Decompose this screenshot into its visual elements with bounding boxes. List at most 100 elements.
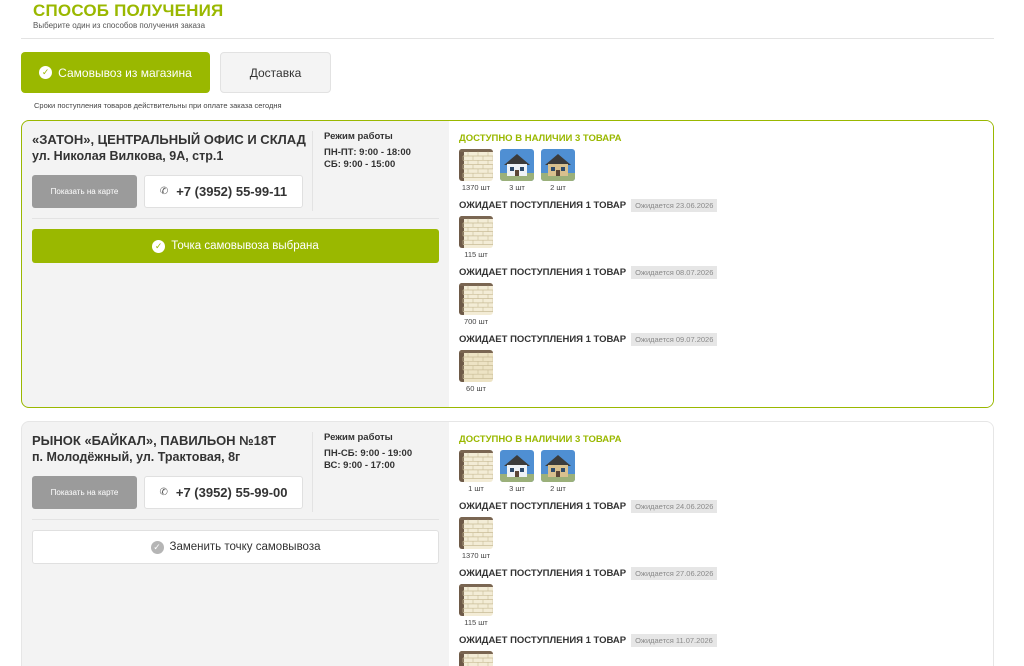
vertical-divider <box>312 432 313 512</box>
section-header: СПОСОБ ПОЛУЧЕНИЯ Выберите один из способ… <box>33 1 224 31</box>
delivery-method-tabs: ✓ Самовывоз из магазина Доставка <box>21 52 331 93</box>
tab-delivery[interactable]: Доставка <box>220 52 331 93</box>
waiting-products: 1370 шт <box>459 517 493 560</box>
waiting-row: ОЖИДАЕТ ПОСТУПЛЕНИЯ 1 ТОВАР Ожидается 09… <box>459 333 718 346</box>
product-qty: 3 шт <box>509 484 525 493</box>
brick-product-image[interactable] <box>459 651 493 666</box>
phone-button[interactable]: ✆ +7 (3952) 55-99-00 <box>144 476 303 509</box>
phone-button[interactable]: ✆ +7 (3952) 55-99-11 <box>144 175 303 208</box>
phone-number: +7 (3952) 55-99-11 <box>176 184 288 199</box>
product-qty: 3 шт <box>509 183 525 192</box>
schedule-title: Режим работы <box>324 432 393 443</box>
terms-note: Сроки поступления товаров действительны … <box>34 101 282 110</box>
schedule-line: ПН-СБ: 9:00 - 19:00 <box>324 448 413 459</box>
schedule-title: Режим работы <box>324 131 393 142</box>
schedule-line: СБ: 9:00 - 15:00 <box>324 159 396 170</box>
phone-icon: ✆ <box>159 186 169 197</box>
available-title: ДОСТУПНО В НАЛИЧИИ 3 ТОВАРА <box>459 133 622 144</box>
waiting-row: ОЖИДАЕТ ПОСТУПЛЕНИЯ 1 ТОВАР Ожидается 11… <box>459 634 717 647</box>
replace-pickup-point-button[interactable]: ✓ Заменить точку самовывоза <box>32 530 439 564</box>
waiting-title: ОЖИДАЕТ ПОСТУПЛЕНИЯ 1 ТОВАР <box>459 635 627 646</box>
product-qty: 2 шт <box>550 183 566 192</box>
pickup-point-selected-label: Точка самовывоза выбрана <box>171 240 319 252</box>
tab-pickup[interactable]: ✓ Самовывоз из магазина <box>21 52 210 93</box>
phone-number: +7 (3952) 55-99-00 <box>175 485 288 500</box>
expected-date-badge: Ожидается 27.06.2026 <box>631 567 718 580</box>
waiting-title: ОЖИДАЕТ ПОСТУПЛЕНИЯ 1 ТОВАР <box>459 568 627 579</box>
store-stock: ДОСТУПНО В НАЛИЧИИ 3 ТОВАРА 1 шт 3 шт 2 <box>449 422 993 666</box>
product-item: 115 шт <box>459 216 493 259</box>
product-item <box>459 651 493 666</box>
pickup-point-selected-button[interactable]: ✓ Точка самовывоза выбрана <box>32 229 439 263</box>
vertical-divider <box>312 131 313 211</box>
tab-pickup-label: Самовывоз из магазина <box>58 65 192 80</box>
section-title: СПОСОБ ПОЛУЧЕНИЯ <box>33 1 224 20</box>
product-item: 1 шт <box>459 450 493 493</box>
house-product-image[interactable] <box>541 149 575 181</box>
store-schedule: Режим работы ПН-СБ: 9:00 - 19:00 ВС: 9:0… <box>324 432 412 472</box>
product-item: 60 шт <box>459 350 493 393</box>
brick-product-image[interactable] <box>459 450 493 482</box>
store-name: РЫНОК «БАЙКАЛ», ПАВИЛЬОН №18Т <box>32 433 277 448</box>
house-product-image[interactable] <box>541 450 575 482</box>
product-qty: 115 шт <box>464 250 488 259</box>
expected-date-badge: Ожидается 24.06.2026 <box>631 500 718 513</box>
waiting-row: ОЖИДАЕТ ПОСТУПЛЕНИЯ 1 ТОВАР Ожидается 24… <box>459 500 718 513</box>
product-qty: 1 шт <box>468 484 484 493</box>
brick-product-image[interactable] <box>459 350 493 382</box>
brick-product-image[interactable] <box>459 517 493 549</box>
waiting-title: ОЖИДАЕТ ПОСТУПЛЕНИЯ 1 ТОВАР <box>459 501 627 512</box>
brick-product-image[interactable] <box>459 216 493 248</box>
horizontal-divider <box>32 519 439 520</box>
show-on-map-button[interactable]: Показать на карте <box>32 175 137 208</box>
product-item: 3 шт <box>500 450 534 493</box>
waiting-row: ОЖИДАЕТ ПОСТУПЛЕНИЯ 1 ТОВАР Ожидается 27… <box>459 567 718 580</box>
product-item: 2 шт <box>541 149 575 192</box>
product-qty: 1370 шт <box>461 551 491 560</box>
store-stock: ДОСТУПНО В НАЛИЧИИ 3 ТОВАРА 1370 шт 3 шт <box>449 121 993 407</box>
schedule-line: ПН-ПТ: 9:00 - 18:00 <box>324 147 411 158</box>
product-qty: 60 шт <box>466 384 486 393</box>
product-item: 1370 шт <box>459 149 493 192</box>
product-item: 115 шт <box>459 584 493 627</box>
show-on-map-button[interactable]: Показать на карте <box>32 476 137 509</box>
house-product-image[interactable] <box>500 149 534 181</box>
waiting-products: 700 шт <box>459 283 493 326</box>
house-product-image[interactable] <box>500 450 534 482</box>
replace-pickup-point-label: Заменить точку самовывоза <box>169 541 321 553</box>
header-divider <box>21 38 994 39</box>
waiting-products <box>459 651 493 666</box>
store-schedule: Режим работы ПН-ПТ: 9:00 - 18:00 СБ: 9:0… <box>324 131 411 171</box>
available-products: 1370 шт 3 шт 2 шт <box>459 149 575 192</box>
brick-product-image[interactable] <box>459 584 493 616</box>
waiting-title: ОЖИДАЕТ ПОСТУПЛЕНИЯ 1 ТОВАР <box>459 334 627 345</box>
expected-date-badge: Ожидается 23.06.2026 <box>631 199 718 212</box>
expected-date-badge: Ожидается 08.07.2026 <box>631 266 718 279</box>
store-address: п. Молодёжный, ул. Трактовая, 8г <box>32 450 241 464</box>
store-card-selected: «ЗАТОН», ЦЕНТРАЛЬНЫЙ ОФИС И СКЛАД ул. Ни… <box>21 120 994 408</box>
store-name: «ЗАТОН», ЦЕНТРАЛЬНЫЙ ОФИС И СКЛАД <box>32 132 306 147</box>
waiting-row: ОЖИДАЕТ ПОСТУПЛЕНИЯ 1 ТОВАР Ожидается 23… <box>459 199 718 212</box>
product-qty: 115 шт <box>464 618 488 627</box>
horizontal-divider <box>32 218 439 219</box>
waiting-title: ОЖИДАЕТ ПОСТУПЛЕНИЯ 1 ТОВАР <box>459 267 627 278</box>
available-title: ДОСТУПНО В НАЛИЧИИ 3 ТОВАРА <box>459 434 622 445</box>
product-item: 3 шт <box>500 149 534 192</box>
product-item: 2 шт <box>541 450 575 493</box>
store-card: РЫНОК «БАЙКАЛ», ПАВИЛЬОН №18Т п. Молодёж… <box>21 421 994 666</box>
store-info: РЫНОК «БАЙКАЛ», ПАВИЛЬОН №18Т п. Молодёж… <box>22 422 449 666</box>
waiting-products: 115 шт <box>459 584 493 627</box>
brick-product-image[interactable] <box>459 149 493 181</box>
check-circle-icon: ✓ <box>152 239 166 253</box>
available-products: 1 шт 3 шт 2 шт <box>459 450 575 493</box>
phone-icon: ✆ <box>159 487 168 498</box>
brick-product-image[interactable] <box>459 283 493 315</box>
product-qty: 700 шт <box>463 317 489 326</box>
product-item: 1370 шт <box>459 517 493 560</box>
waiting-title: ОЖИДАЕТ ПОСТУПЛЕНИЯ 1 ТОВАР <box>459 200 627 211</box>
expected-date-badge: Ожидается 11.07.2026 <box>631 634 717 647</box>
product-qty: 1370 шт <box>461 183 491 192</box>
waiting-products: 60 шт <box>459 350 493 393</box>
waiting-products: 115 шт <box>459 216 493 259</box>
store-info: «ЗАТОН», ЦЕНТРАЛЬНЫЙ ОФИС И СКЛАД ул. Ни… <box>22 121 449 407</box>
